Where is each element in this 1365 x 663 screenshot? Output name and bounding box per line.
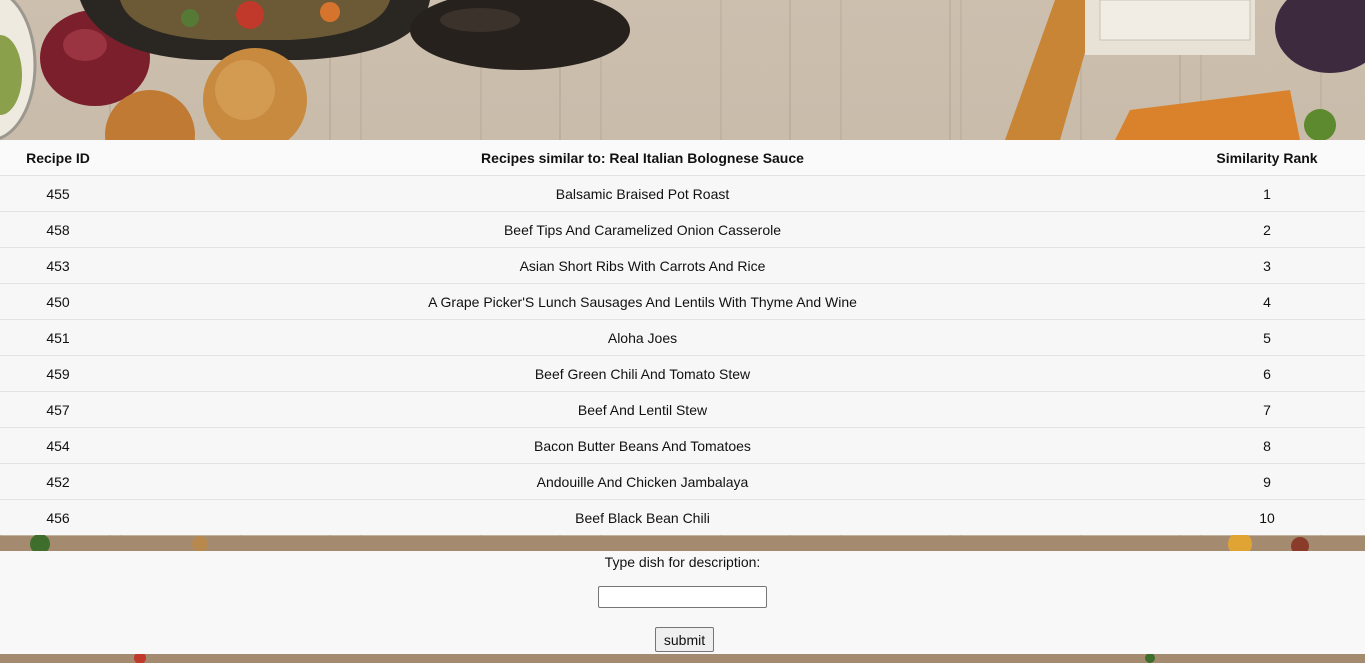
submit-button[interactable]: submit: [655, 627, 714, 652]
recipe-id-cell: 454: [0, 427, 116, 464]
recipe-id-cell: 456: [46, 509, 70, 526]
recipe-name-cell: Beef Black Bean Chili: [575, 509, 710, 526]
similarity-rank-cell: 1: [1169, 175, 1365, 212]
table-row: 452 Andouille And Chicken Jambalaya 9: [0, 463, 1365, 500]
recipe-id-cell: 450: [0, 283, 116, 320]
recipe-name-cell: Bacon Butter Beans And Tomatoes: [116, 427, 1169, 464]
similarity-rank-cell: 2: [1169, 211, 1365, 248]
similarity-rank-cell: 5: [1169, 319, 1365, 356]
recipe-id-cell: 452: [0, 463, 116, 500]
table-header-row: Recipe ID Recipes similar to: Real Itali…: [0, 140, 1365, 176]
table-row: 455 Balsamic Braised Pot Roast 1: [0, 175, 1365, 212]
table-row: 459 Beef Green Chili And Tomato Stew 6: [0, 355, 1365, 392]
dish-description-form: Type dish for description: submit: [0, 551, 1365, 654]
similarity-rank-cell: 7: [1169, 391, 1365, 428]
table-row: 457 Beef And Lentil Stew 7: [0, 391, 1365, 428]
recipe-name-cell: Aloha Joes: [116, 319, 1169, 356]
recipe-name-cell: Beef Green Chili And Tomato Stew: [116, 355, 1169, 392]
recipe-name-cell: Balsamic Braised Pot Roast: [116, 175, 1169, 212]
header-recipe-id: Recipe ID: [0, 140, 116, 176]
similar-recipes-table: Recipe ID Recipes similar to: Real Itali…: [0, 140, 1365, 535]
recipe-id-cell: 458: [0, 211, 116, 248]
similarity-rank-cell: 6: [1169, 355, 1365, 392]
recipe-name-cell: Andouille And Chicken Jambalaya: [116, 463, 1169, 500]
similarity-rank-cell: 8: [1169, 427, 1365, 464]
similarity-rank-cell: 3: [1169, 247, 1365, 284]
table-row: 450 A Grape Picker'S Lunch Sausages And …: [0, 283, 1365, 320]
recipe-id-cell: 457: [0, 391, 116, 428]
recipe-id-cell: 453: [0, 247, 116, 284]
recipe-id-cell: 455: [0, 175, 116, 212]
recipe-name-cell: Beef And Lentil Stew: [116, 391, 1169, 428]
table-row: 458 Beef Tips And Caramelized Onion Cass…: [0, 211, 1365, 248]
dish-input[interactable]: [598, 586, 767, 608]
similarity-rank-cell: 10: [1259, 509, 1275, 526]
header-similarity-rank: Similarity Rank: [1169, 140, 1365, 176]
recipe-id-cell: 459: [0, 355, 116, 392]
header-recipes-similar-to: Recipes similar to: Real Italian Bologne…: [116, 140, 1169, 176]
similarity-rank-cell: 9: [1169, 463, 1365, 500]
recipe-name-cell: Asian Short Ribs With Carrots And Rice: [116, 247, 1169, 284]
recipe-name-cell: Beef Tips And Caramelized Onion Casserol…: [116, 211, 1169, 248]
table-row: 456 Beef Black Bean Chili 10: [0, 500, 1365, 536]
table-row: 454 Bacon Butter Beans And Tomatoes 8: [0, 427, 1365, 464]
table-row: 451 Aloha Joes 5: [0, 319, 1365, 356]
similarity-rank-cell: 4: [1169, 283, 1365, 320]
dish-input-label: Type dish for description:: [604, 554, 761, 570]
table-row: 453 Asian Short Ribs With Carrots And Ri…: [0, 247, 1365, 284]
recipe-id-cell: 451: [0, 319, 116, 356]
recipe-name-cell: A Grape Picker'S Lunch Sausages And Lent…: [116, 283, 1169, 320]
